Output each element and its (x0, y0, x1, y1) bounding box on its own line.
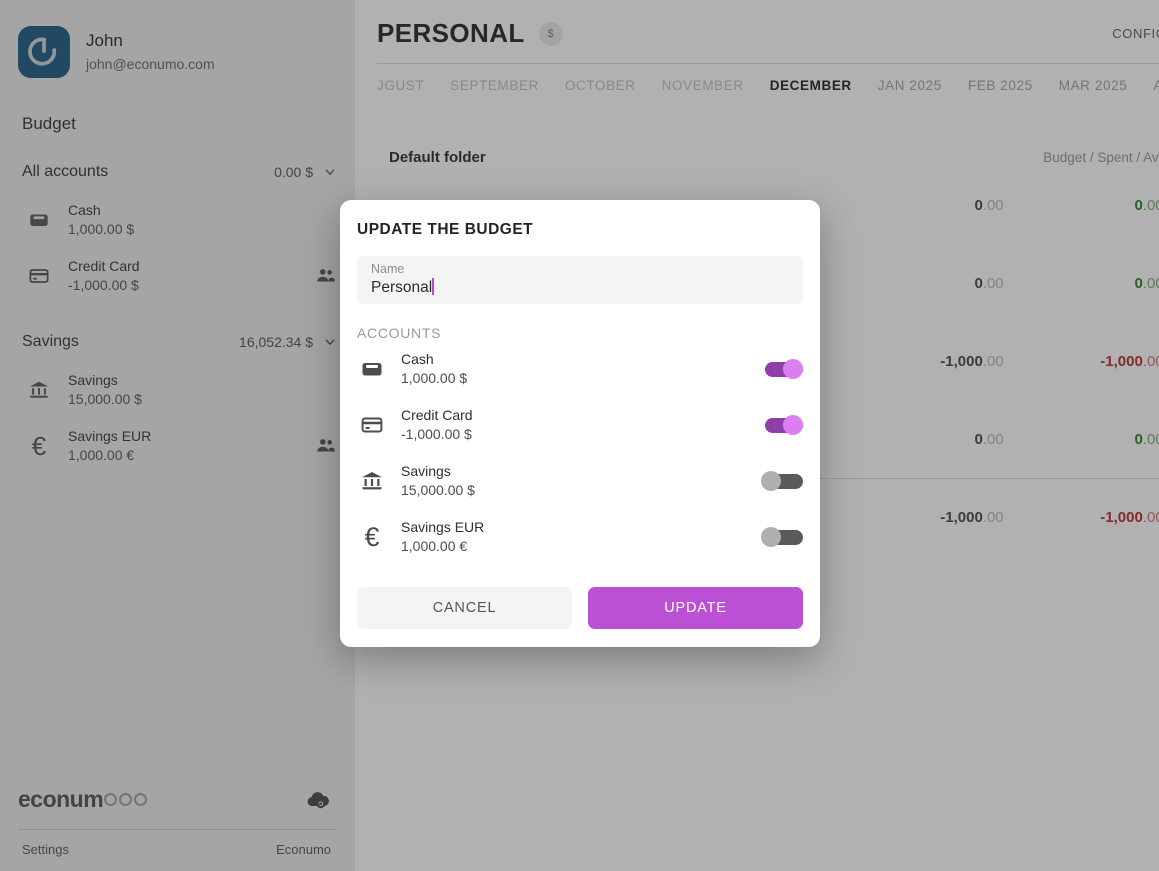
account-text: Cash 1,000.00 $ (401, 350, 761, 388)
account-balance: -1,000.00 $ (401, 426, 472, 442)
account-name: Savings (401, 463, 451, 479)
account-toggle-cash[interactable] (761, 359, 803, 379)
accounts-section-label: ACCOUNTS (357, 325, 442, 341)
text-caret (432, 278, 434, 295)
dialog-account-savings-eur[interactable]: € Savings EUR 1,000.00 € (340, 509, 820, 565)
account-name: Cash (401, 351, 434, 367)
update-budget-dialog: UPDATE THE BUDGET Name Personal ACCOUNTS… (340, 200, 820, 647)
update-button[interactable]: UPDATE (588, 587, 803, 629)
account-text: Savings 15,000.00 $ (401, 462, 761, 500)
toggle-thumb (783, 415, 803, 435)
dialog-account-cash[interactable]: Cash 1,000.00 $ (340, 341, 820, 397)
account-toggle-credit-card[interactable] (761, 415, 803, 435)
app-root: John john@econumo.com Budget All account… (0, 0, 1159, 871)
toggle-thumb (761, 527, 781, 547)
account-name: Credit Card (401, 407, 473, 423)
name-input-label: Name (371, 262, 405, 276)
name-input[interactable]: Name Personal (357, 256, 803, 304)
account-text: Credit Card -1,000.00 $ (401, 406, 761, 444)
toggle-thumb (783, 359, 803, 379)
dialog-account-savings[interactable]: Savings 15,000.00 $ (340, 453, 820, 509)
wallet-icon (357, 357, 387, 381)
toggle-thumb (761, 471, 781, 491)
name-input-value: Personal (371, 279, 433, 296)
account-balance: 1,000.00 € (401, 538, 468, 554)
account-name: Savings EUR (401, 519, 485, 535)
cancel-button[interactable]: CANCEL (357, 587, 572, 629)
account-text: Savings EUR 1,000.00 € (401, 518, 761, 556)
account-balance: 15,000.00 $ (401, 482, 475, 498)
account-toggle-savings-eur[interactable] (761, 527, 803, 547)
dialog-title: UPDATE THE BUDGET (357, 221, 534, 238)
account-balance: 1,000.00 $ (401, 370, 468, 386)
account-toggle-savings[interactable] (761, 471, 803, 491)
euro-icon: € (364, 521, 380, 552)
dialog-actions: CANCEL UPDATE (340, 565, 820, 629)
bank-icon (357, 469, 387, 493)
dialog-account-credit-card[interactable]: Credit Card -1,000.00 $ (340, 397, 820, 453)
credit-card-icon (357, 413, 387, 437)
